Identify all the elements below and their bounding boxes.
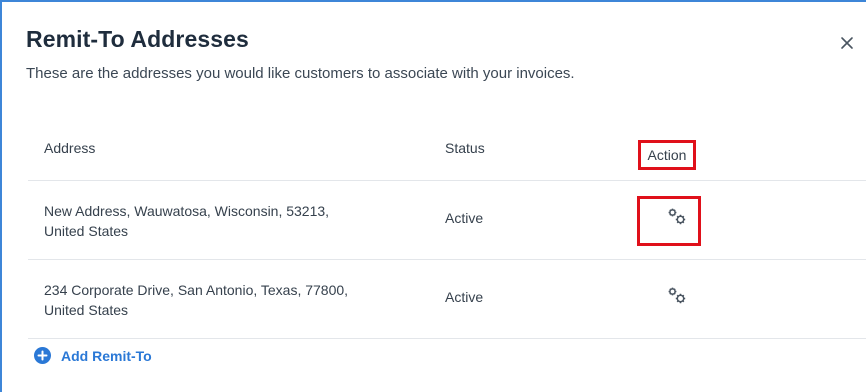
modal-title: Remit-To Addresses [26,26,249,52]
address-cell: New Address, Wauwatosa, Wisconsin, 53213… [44,201,404,241]
address-country: United States [44,302,129,318]
gears-icon[interactable] [665,284,689,308]
status-cell: Active [445,210,484,226]
address-line: 234 Corporate Drive, San Antonio, Texas,… [44,282,349,298]
table-row: 234 Corporate Drive, San Antonio, Texas,… [28,260,866,339]
status-column-header: Status [445,140,485,156]
gears-icon[interactable] [665,205,689,229]
table-row: New Address, Wauwatosa, Wisconsin, 53213… [28,181,866,260]
plus-circle-icon [34,347,51,364]
status-cell: Active [445,289,484,305]
action-column-header: Action [638,140,696,170]
modal-subtitle: These are the addresses you would like c… [26,65,575,82]
close-icon[interactable] [836,32,858,54]
addresses-table: Address Status Action New Address, Wauwa… [28,118,866,339]
address-column-header: Address [44,140,96,156]
remit-to-modal: Remit-To Addresses These are the address… [0,0,866,392]
address-country: United States [44,223,129,239]
add-remit-to-button[interactable]: Add Remit-To [34,347,152,364]
address-cell: 234 Corporate Drive, San Antonio, Texas,… [44,280,404,320]
table-header-row: Address Status Action [28,118,866,181]
add-remit-to-label: Add Remit-To [61,347,152,364]
address-line: New Address, Wauwatosa, Wisconsin, 53213… [44,203,330,219]
